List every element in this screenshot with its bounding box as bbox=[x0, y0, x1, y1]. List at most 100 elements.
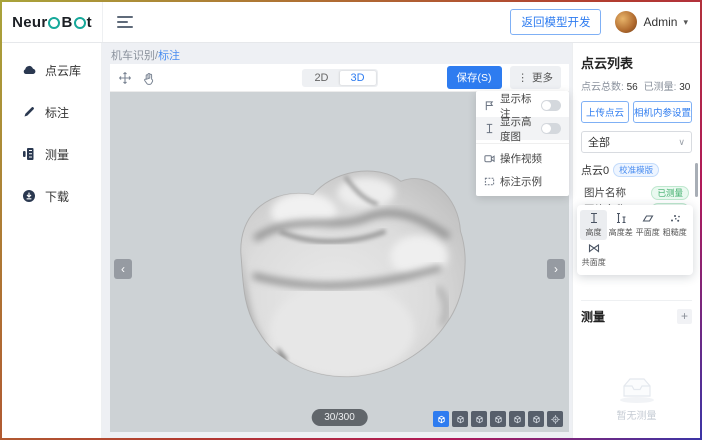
pointcloud-list-panel: 点云列表 点云总数: 56 已测量: 30 上传点云 相机内参设置 全部 ∨ 点… bbox=[572, 43, 700, 438]
measured-value: 30 bbox=[679, 82, 690, 93]
menu-item-label: 操作视频 bbox=[500, 151, 542, 166]
flatness-icon bbox=[642, 212, 654, 224]
empty-text: 暂无测量 bbox=[617, 407, 657, 422]
measure-section-header: 测量 + bbox=[581, 300, 692, 325]
breadcrumb: 机车识别/标注 bbox=[102, 43, 572, 63]
dimension-toggle: 2D 3D bbox=[301, 69, 377, 87]
prev-image-button[interactable]: ‹ bbox=[114, 259, 132, 279]
view-iso-button[interactable] bbox=[433, 411, 449, 427]
cloud-icon bbox=[22, 63, 36, 77]
total-label: 点云总数: bbox=[581, 82, 624, 93]
sidebar-collapse-icon[interactable] bbox=[117, 16, 133, 28]
flag-icon bbox=[484, 100, 495, 111]
header: Neur Bt 返回模型开发 Admin ▾ bbox=[2, 2, 700, 43]
save-button[interactable]: 保存(S) bbox=[447, 66, 502, 89]
roughness-icon bbox=[669, 212, 681, 224]
mode-3d-button[interactable]: 3D bbox=[340, 71, 376, 85]
gear-icon bbox=[74, 17, 86, 29]
pagination-indicator: 30/300 bbox=[311, 409, 368, 426]
reset-view-button[interactable] bbox=[547, 411, 563, 427]
tool-label: 平面度 bbox=[635, 226, 659, 237]
menu-item-show-heightmap[interactable]: 显示高度图 bbox=[476, 117, 569, 140]
tool-height-diff[interactable]: 高度差 bbox=[607, 210, 634, 240]
sidebar-item-label: 点云库 bbox=[45, 62, 81, 79]
show-annotation-toggle[interactable] bbox=[541, 100, 561, 111]
menu-item-tutorial-video[interactable]: 操作视频 bbox=[476, 147, 569, 170]
more-dropdown-menu: 显示标注 显示高度图 操作视频 标注示例 bbox=[476, 91, 569, 196]
pointcloud-name: 点云0 bbox=[581, 162, 609, 178]
upload-pointcloud-button[interactable]: 上传点云 bbox=[581, 101, 629, 123]
sidebar-item-label: 标注 bbox=[45, 104, 69, 121]
more-label: 更多 bbox=[532, 70, 553, 85]
viewer-toolbar: 2D 3D 保存(S) ⋮ 更多 bbox=[110, 64, 569, 92]
user-name: Admin bbox=[643, 15, 677, 29]
menu-item-label: 标注示例 bbox=[500, 174, 542, 189]
measure-empty-state: 暂无测量 bbox=[581, 325, 692, 432]
pointcloud-item[interactable]: 点云0 校准模版 bbox=[581, 162, 692, 178]
sidebar-item-label: 测量 bbox=[45, 146, 69, 163]
view-right-button[interactable] bbox=[509, 411, 525, 427]
height-map-icon bbox=[484, 123, 495, 134]
back-to-model-dev-button[interactable]: 返回模型开发 bbox=[510, 9, 601, 35]
chevron-right-icon: › bbox=[554, 262, 558, 276]
height-icon bbox=[588, 212, 600, 224]
logo-text: Neur bbox=[12, 14, 47, 31]
view-left-button[interactable] bbox=[490, 411, 506, 427]
sidebar-item-label: 下载 bbox=[45, 188, 69, 205]
camera-intrinsics-button[interactable]: 相机内参设置 bbox=[633, 101, 692, 123]
image-name: 图片名称 bbox=[584, 185, 626, 200]
measure-title: 测量 bbox=[581, 308, 605, 325]
filter-select[interactable]: 全部 ∨ bbox=[581, 131, 692, 153]
tool-label: 高度差 bbox=[608, 226, 632, 237]
frame-icon bbox=[484, 176, 495, 187]
download-icon bbox=[22, 189, 36, 203]
video-icon bbox=[484, 153, 495, 164]
measured-tag: 已测量 bbox=[651, 186, 689, 200]
caret-down-icon: ▾ bbox=[683, 17, 688, 28]
chevron-down-icon: ∨ bbox=[678, 137, 685, 148]
mode-2d-button[interactable]: 2D bbox=[303, 71, 339, 85]
sidebar-item-download[interactable]: 下载 bbox=[2, 175, 101, 217]
image-list-item[interactable]: 图片名称 已测量 bbox=[581, 184, 692, 201]
show-heightmap-toggle[interactable] bbox=[541, 123, 561, 134]
logo: Neur Bt bbox=[2, 2, 103, 42]
view-orientation-bar bbox=[433, 411, 563, 427]
more-button[interactable]: ⋮ 更多 bbox=[510, 66, 562, 89]
breadcrumb-parent[interactable]: 机车识别 bbox=[111, 50, 155, 62]
breadcrumb-current: 标注 bbox=[158, 50, 180, 62]
view-back-button[interactable] bbox=[471, 411, 487, 427]
logo-text: t bbox=[87, 14, 92, 31]
chevron-left-icon: ‹ bbox=[121, 262, 125, 276]
tool-label: 高度 bbox=[585, 226, 601, 237]
empty-box-icon bbox=[616, 372, 658, 404]
logo-text: B bbox=[61, 14, 72, 31]
list-scrollbar[interactable] bbox=[695, 163, 698, 197]
menu-item-annotation-example[interactable]: 标注示例 bbox=[476, 170, 569, 193]
pan-hand-icon[interactable] bbox=[142, 71, 156, 85]
sidebar: 点云库 标注 测量 下载 bbox=[2, 43, 102, 438]
sidebar-item-measure[interactable]: 测量 bbox=[2, 133, 101, 175]
gear-icon bbox=[48, 17, 60, 29]
tool-coplanarity[interactable]: 共面度 bbox=[580, 240, 607, 270]
next-image-button[interactable]: › bbox=[547, 259, 565, 279]
measured-label: 已测量: bbox=[644, 82, 677, 93]
sidebar-item-annotate[interactable]: 标注 bbox=[2, 91, 101, 133]
pointcloud-stats: 点云总数: 56 已测量: 30 bbox=[581, 78, 692, 93]
view-top-button[interactable] bbox=[528, 411, 544, 427]
add-measure-button[interactable]: + bbox=[677, 309, 692, 324]
panel-actions: 上传点云 相机内参设置 bbox=[581, 101, 692, 123]
template-tag: 校准模版 bbox=[613, 163, 659, 177]
height-diff-icon bbox=[615, 212, 627, 224]
total-value: 56 bbox=[627, 82, 638, 93]
tool-flatness[interactable]: 平面度 bbox=[634, 210, 661, 240]
tool-height[interactable]: 高度 bbox=[580, 210, 607, 240]
sidebar-item-pointcloud-library[interactable]: 点云库 bbox=[2, 49, 101, 91]
user-menu[interactable]: Admin ▾ bbox=[615, 11, 688, 33]
view-front-button[interactable] bbox=[452, 411, 468, 427]
move-tool-icon[interactable] bbox=[118, 71, 132, 85]
tool-label: 粗糙度 bbox=[662, 226, 686, 237]
measure-tools-popup: 高度 高度差 平面度 粗糙度 共面度 bbox=[577, 205, 693, 275]
pen-icon bbox=[22, 105, 36, 119]
main-area: 机车识别/标注 2D 3D 保存(S) ⋮ 更多 bbox=[102, 43, 572, 438]
tool-roughness[interactable]: 粗糙度 bbox=[661, 210, 688, 240]
